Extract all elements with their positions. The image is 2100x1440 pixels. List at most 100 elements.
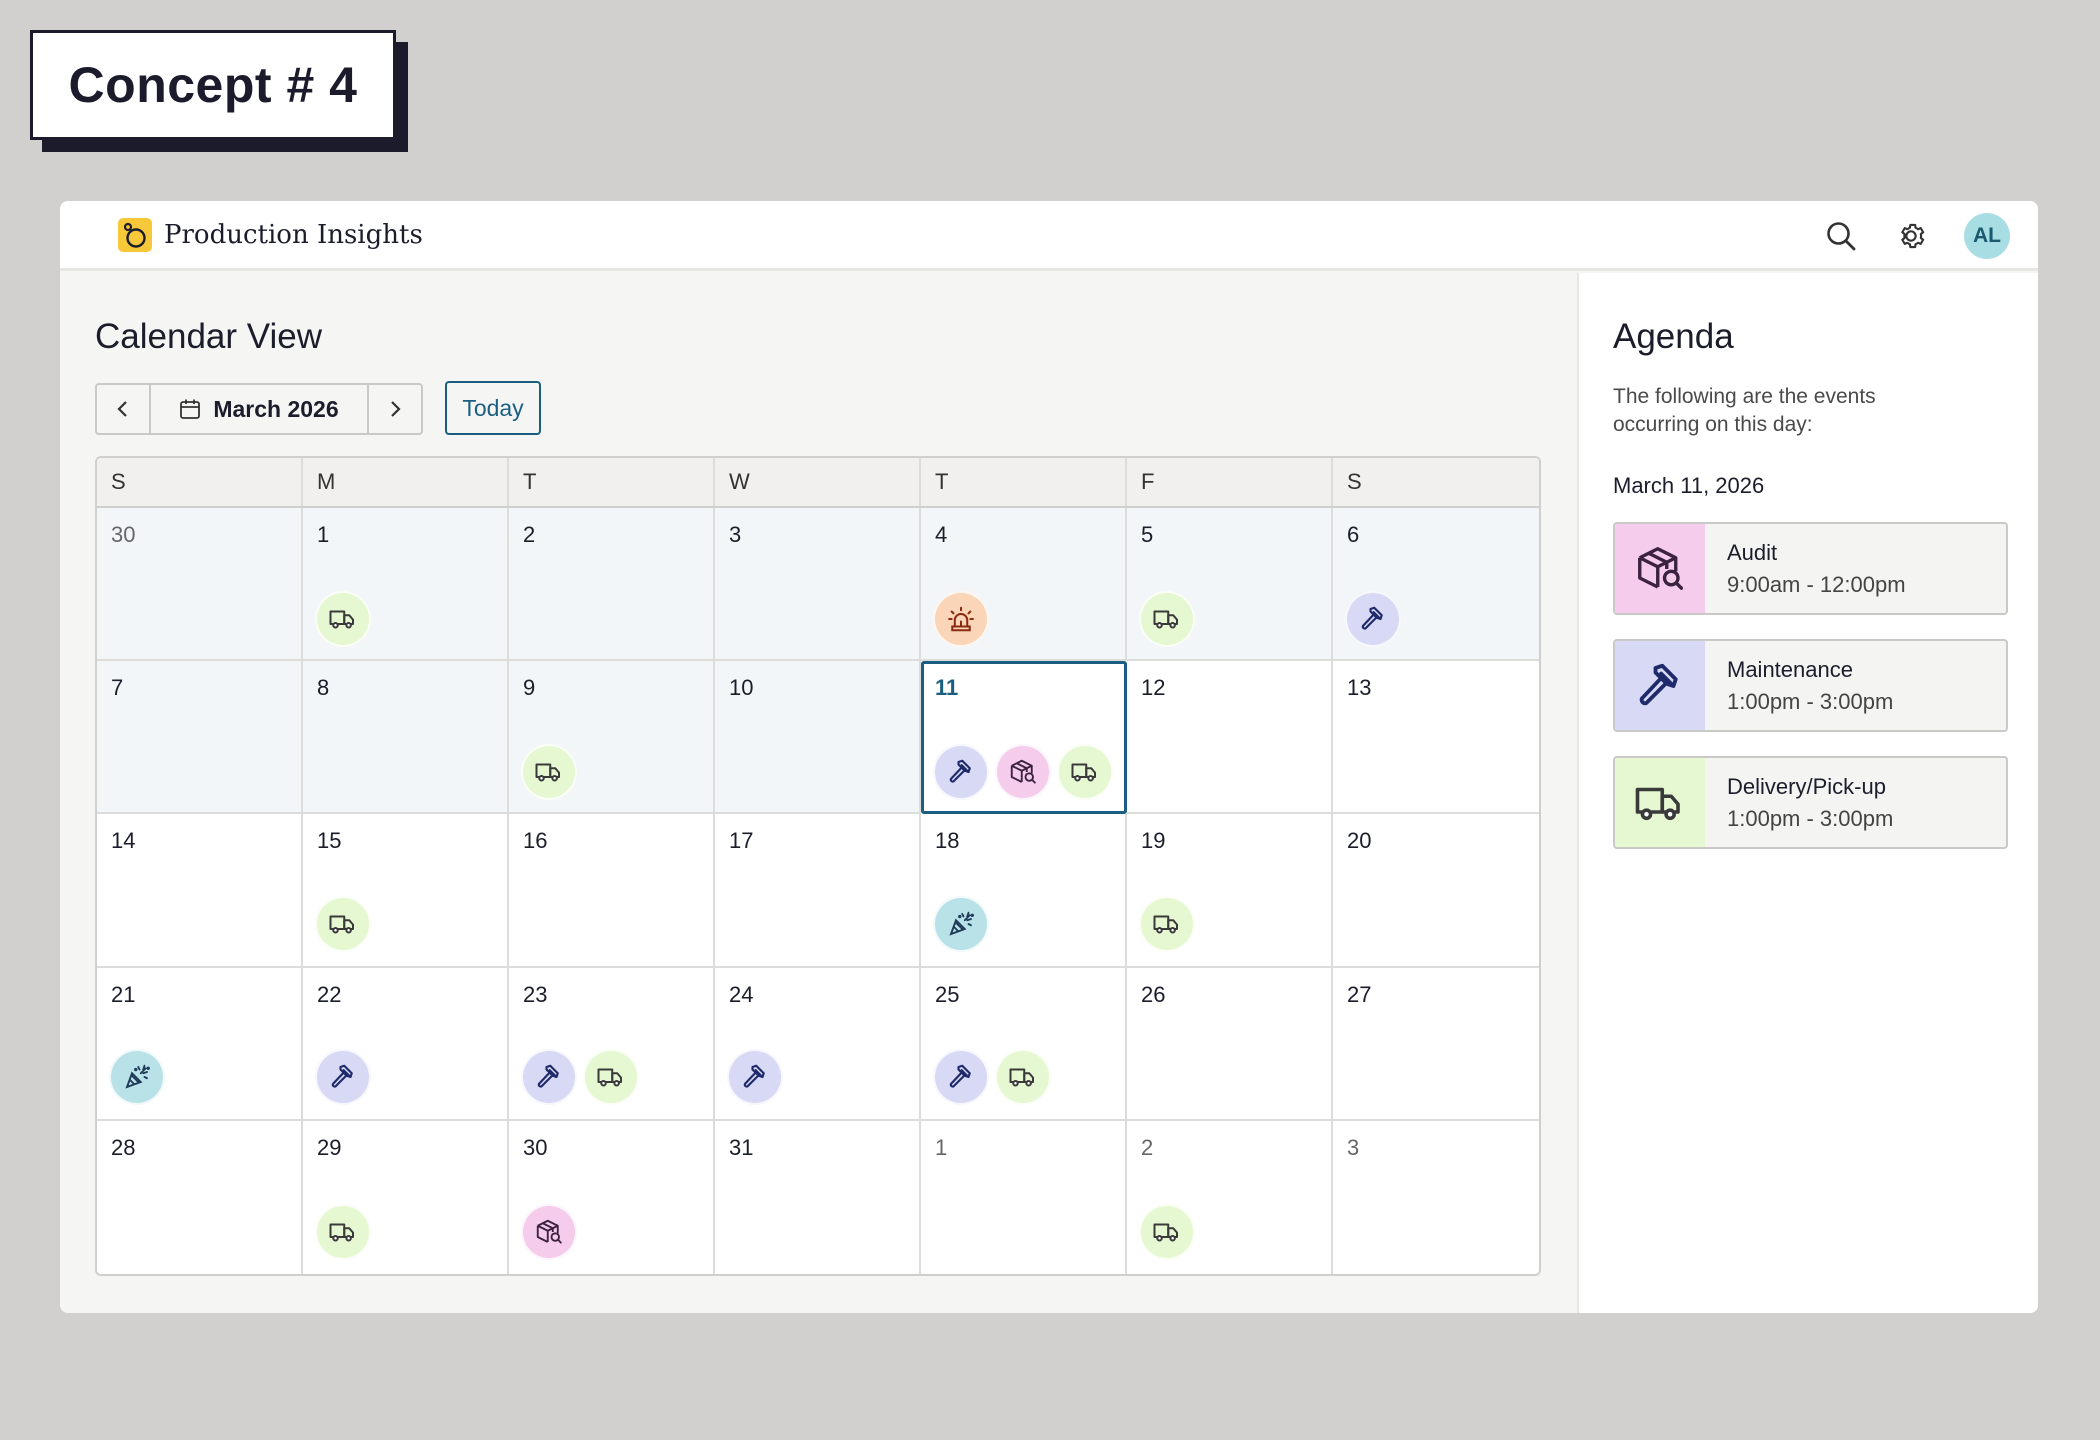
day-cell[interactable]: 4 bbox=[921, 508, 1127, 662]
hammer-icon[interactable] bbox=[1345, 591, 1401, 648]
day-cell[interactable]: 9 bbox=[509, 661, 715, 815]
agenda-item[interactable]: Maintenance 1:00pm - 3:00pm bbox=[1613, 639, 2008, 732]
day-number: 1 bbox=[935, 1134, 948, 1160]
day-cell[interactable]: 5 bbox=[1127, 508, 1333, 662]
day-cell[interactable]: 18 bbox=[921, 814, 1127, 968]
day-cell[interactable]: 30 bbox=[509, 1120, 715, 1274]
truck-icon bbox=[1615, 758, 1705, 847]
day-cell[interactable]: 25 bbox=[921, 967, 1127, 1121]
gear-icon[interactable] bbox=[1894, 219, 1928, 253]
agenda-item[interactable]: Delivery/Pick-up 1:00pm - 3:00pm bbox=[1613, 756, 2008, 849]
event-icons bbox=[1345, 591, 1401, 648]
day-cell[interactable]: 17 bbox=[715, 814, 921, 968]
day-cell[interactable]: 27 bbox=[1333, 967, 1539, 1121]
hammer-icon[interactable] bbox=[727, 1048, 783, 1105]
truck-icon[interactable] bbox=[1139, 895, 1195, 952]
weekday-fri: F bbox=[1127, 458, 1333, 506]
event-icons bbox=[521, 744, 577, 801]
user-avatar[interactable]: AL bbox=[1964, 213, 2010, 259]
day-cell[interactable]: 22 bbox=[303, 967, 509, 1121]
calendar-grid: S M T W T F S 30 1 2 3 4 5 6 7 8 9 10 11 12 13 14 15 16 1… bbox=[95, 456, 1541, 1276]
day-cell[interactable]: 6 bbox=[1333, 508, 1539, 662]
day-cell[interactable]: 3 bbox=[1333, 1120, 1539, 1274]
day-number: 2 bbox=[523, 522, 536, 547]
truck-icon[interactable] bbox=[521, 744, 577, 801]
package-search-icon[interactable] bbox=[521, 1203, 577, 1260]
truck-icon[interactable] bbox=[315, 1203, 371, 1260]
truck-icon[interactable] bbox=[995, 1048, 1051, 1105]
day-cell[interactable]: 15 bbox=[303, 814, 509, 968]
prev-month-button[interactable] bbox=[97, 385, 149, 433]
day-cell[interactable]: 19 bbox=[1127, 814, 1333, 968]
concept-badge: Concept # 4 bbox=[30, 30, 408, 152]
day-cell[interactable]: 29 bbox=[303, 1120, 509, 1274]
event-icons bbox=[109, 1048, 165, 1105]
event-icons bbox=[315, 591, 371, 648]
event-icons bbox=[521, 1203, 577, 1260]
hammer-icon[interactable] bbox=[933, 1048, 989, 1105]
agenda-panel: Agenda The following are the events occu… bbox=[1577, 273, 2038, 1313]
day-cell[interactable]: 1 bbox=[303, 508, 509, 662]
event-icons bbox=[1139, 1203, 1195, 1260]
day-cell[interactable]: 23 bbox=[509, 967, 715, 1121]
day-number: 25 bbox=[935, 981, 960, 1007]
agenda-description: The following are the events occurring o… bbox=[1613, 385, 1876, 436]
truck-icon[interactable] bbox=[1139, 1203, 1195, 1260]
next-month-button[interactable] bbox=[369, 385, 421, 433]
day-cell[interactable]: 28 bbox=[97, 1120, 303, 1274]
truck-icon[interactable] bbox=[1139, 591, 1195, 648]
day-cell[interactable]: 16 bbox=[509, 814, 715, 968]
hammer-icon[interactable] bbox=[933, 744, 989, 801]
today-button[interactable]: Today bbox=[445, 381, 541, 435]
search-icon[interactable] bbox=[1824, 219, 1858, 253]
party-popper-icon[interactable] bbox=[109, 1048, 165, 1105]
chevron-right-icon bbox=[391, 401, 401, 417]
month-navigator: March 2026 bbox=[95, 383, 423, 435]
party-popper-icon[interactable] bbox=[933, 895, 989, 952]
day-cell[interactable]: 13 bbox=[1333, 661, 1539, 815]
agenda-item-time: 9:00am - 12:00pm bbox=[1727, 571, 1906, 597]
day-cell[interactable]: 12 bbox=[1127, 661, 1333, 815]
day-cell[interactable]: 21 bbox=[97, 967, 303, 1121]
day-number: 5 bbox=[1141, 522, 1154, 547]
day-cell[interactable]: 26 bbox=[1127, 967, 1333, 1121]
event-icons bbox=[1139, 591, 1195, 648]
day-cell[interactable]: 10 bbox=[715, 661, 921, 815]
weekday-mon: M bbox=[303, 458, 509, 506]
truck-icon[interactable] bbox=[315, 591, 371, 648]
day-cell-selected[interactable]: 11 bbox=[921, 661, 1127, 815]
day-cell[interactable]: 1 bbox=[921, 1120, 1127, 1274]
concept-label: Concept # 4 bbox=[30, 30, 396, 140]
package-search-icon[interactable] bbox=[995, 744, 1051, 801]
day-number: 13 bbox=[1347, 675, 1372, 701]
agenda-date: March 11, 2026 bbox=[1613, 473, 1765, 498]
month-label: March 2026 bbox=[213, 395, 339, 422]
hammer-icon[interactable] bbox=[521, 1048, 577, 1105]
day-number: 17 bbox=[729, 828, 754, 854]
truck-icon[interactable] bbox=[1057, 744, 1113, 801]
month-picker[interactable]: March 2026 bbox=[149, 385, 369, 433]
truck-icon[interactable] bbox=[315, 895, 371, 952]
day-cell[interactable]: 24 bbox=[715, 967, 921, 1121]
hammer-icon[interactable] bbox=[315, 1048, 371, 1105]
day-cell[interactable]: 20 bbox=[1333, 814, 1539, 968]
day-cell[interactable]: 2 bbox=[1127, 1120, 1333, 1274]
day-cell[interactable]: 2 bbox=[509, 508, 715, 662]
siren-icon[interactable] bbox=[933, 591, 989, 648]
day-number: 14 bbox=[111, 828, 136, 854]
day-number: 30 bbox=[111, 522, 136, 547]
day-cell[interactable]: 31 bbox=[715, 1120, 921, 1274]
day-cell[interactable]: 30 bbox=[97, 508, 303, 662]
day-number: 29 bbox=[317, 1134, 342, 1160]
day-cell[interactable]: 14 bbox=[97, 814, 303, 968]
day-number: 3 bbox=[1347, 1134, 1360, 1160]
weekday-wed: W bbox=[715, 458, 921, 506]
event-icons bbox=[933, 1048, 1051, 1105]
day-cell[interactable]: 7 bbox=[97, 661, 303, 815]
day-number: 1 bbox=[317, 522, 330, 547]
day-cell[interactable]: 3 bbox=[715, 508, 921, 662]
day-cell[interactable]: 8 bbox=[303, 661, 509, 815]
day-number: 24 bbox=[729, 981, 754, 1007]
truck-icon[interactable] bbox=[583, 1048, 639, 1105]
agenda-item[interactable]: Audit 9:00am - 12:00pm bbox=[1613, 522, 2008, 615]
